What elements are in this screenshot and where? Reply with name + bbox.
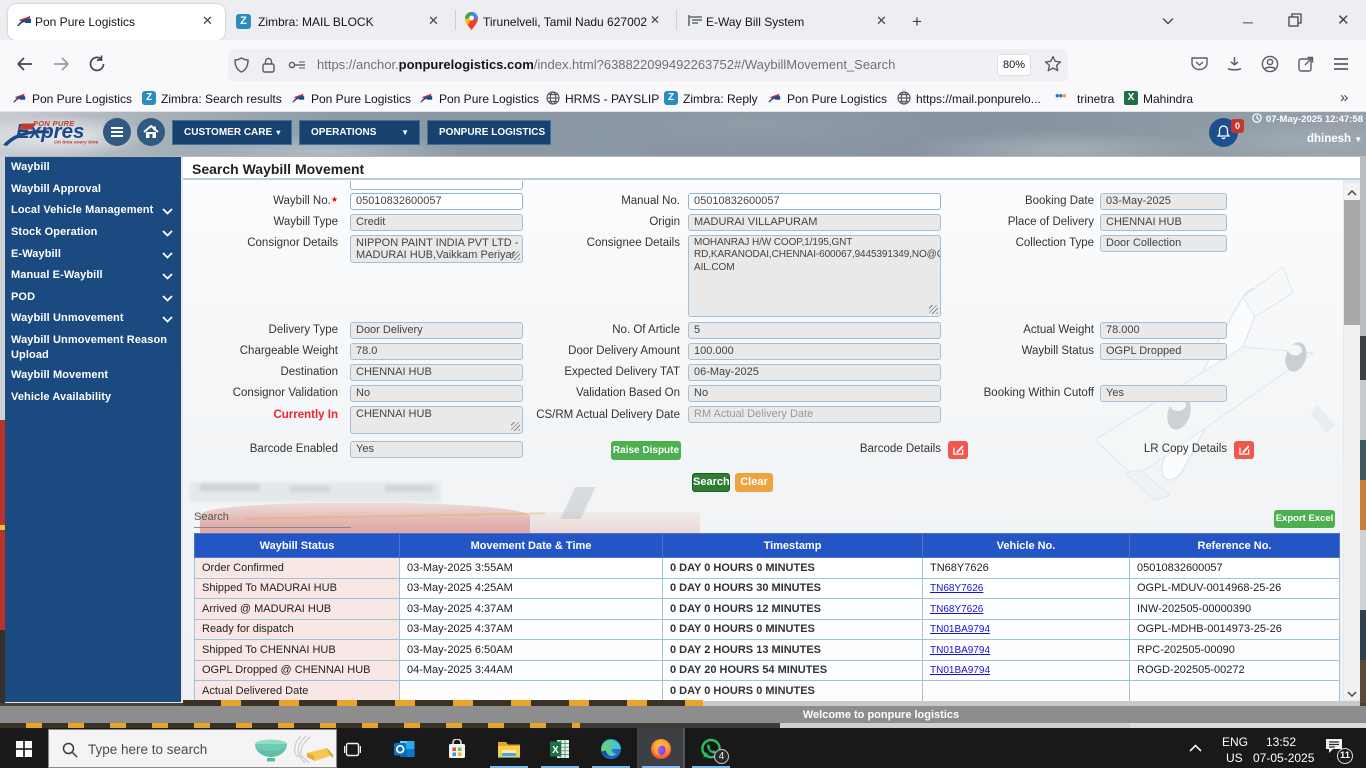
svg-text:X: X bbox=[552, 745, 559, 756]
